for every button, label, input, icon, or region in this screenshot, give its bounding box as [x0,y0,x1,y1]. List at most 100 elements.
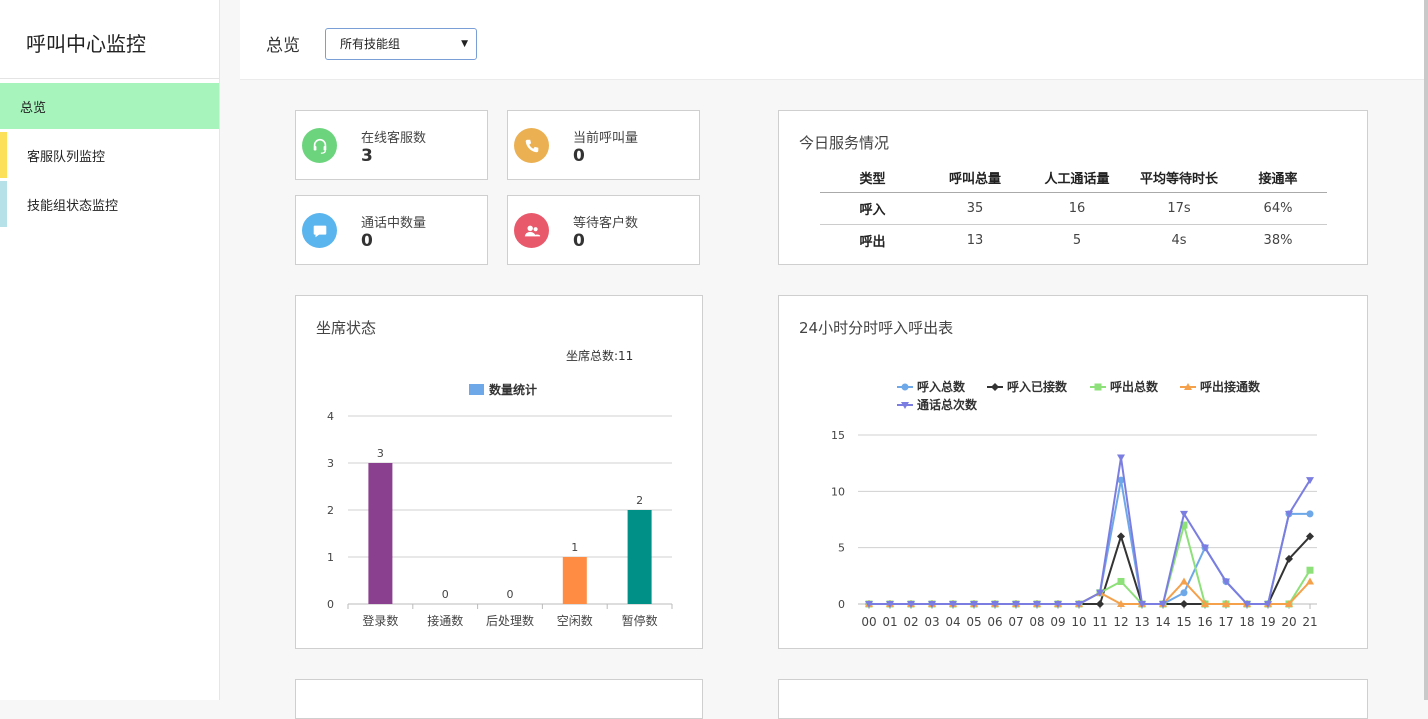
stat-card-current-calls: 当前呼叫量 0 [507,110,700,180]
bar-value-label: 0 [442,588,449,601]
table-header: 呼叫总量 [925,163,1025,193]
x-tick-label: 12 [1113,615,1128,629]
bar-value-label: 0 [507,588,514,601]
skill-group-select[interactable]: 所有技能组 ▼ [325,28,477,60]
table-row: 呼出 13 5 4s 38% [820,224,1327,256]
sidebar-item-queue-monitor[interactable]: 客服队列监控 [0,132,219,178]
data-point [1117,454,1125,462]
table-header: 人工通话量 [1025,163,1129,193]
table-cell: 呼出 [859,234,886,250]
x-tick-label: 05 [966,615,981,629]
legend-marker [901,383,909,391]
data-point [1306,510,1314,518]
panel-title: 今日服务情况 [799,134,890,152]
stat-value: 3 [361,146,373,166]
stat-card-online-agents: 在线客服数 3 [295,110,488,180]
x-tick-label: 07 [1008,615,1023,629]
y-tick-label: 10 [831,485,845,498]
page-title: 总览 [266,36,300,56]
sidebar-item-label: 客服队列监控 [27,149,106,165]
stat-label: 在线客服数 [361,131,427,146]
x-tick-label: 18 [1239,615,1254,629]
skill-group-select-value: 所有技能组 [340,37,401,51]
y-tick-label: 1 [327,551,334,564]
hourly-chart-panel: 24小时分时呼入呼出表 呼入总数 呼入已接数 呼出总数 呼出接通数 通话总次数 0 5 10 1… [778,295,1368,649]
series-line [869,457,1311,605]
y-tick-label: 0 [327,598,334,611]
x-tick-label: 09 [1050,615,1065,629]
accent-bar [0,181,7,227]
chat-bubble-icon [302,213,337,248]
x-tick-label: 03 [924,615,939,629]
x-tick-label: 13 [1134,615,1149,629]
legend-label: 呼入总数 [917,379,966,394]
bottom-right-panel [778,679,1368,719]
stat-label: 当前呼叫量 [573,131,639,146]
x-tick-label: 01 [882,615,897,629]
y-tick-label: 2 [327,504,334,517]
x-tick-label: 15 [1176,615,1191,629]
users-icon [514,213,549,248]
legend-swatch [469,384,484,395]
data-point [1117,532,1125,541]
x-tick-label: 暂停数 [622,613,658,628]
x-tick-label: 21 [1302,615,1317,629]
bar [627,510,652,604]
y-tick-label: 3 [327,457,334,470]
stat-label: 通话中数量 [361,216,427,231]
legend-label: 数量统计 [489,382,537,397]
legend-label: 呼出接通数 [1200,379,1261,394]
table-header: 类型 [820,163,925,193]
x-tick-label: 10 [1071,615,1086,629]
chevron-down-icon: ▼ [461,39,468,49]
data-point [1180,600,1188,608]
stat-label: 等待客户数 [573,216,639,231]
x-tick-label: 08 [1029,615,1044,629]
table-cell: 13 [966,232,984,248]
x-tick-label: 11 [1092,615,1107,629]
accent-bar [0,132,7,178]
stat-card-waiting-customers: 等待客户数 0 [507,195,700,265]
sidebar-item-label: 总览 [20,100,47,116]
bar-value-label: 2 [636,494,643,507]
table-header-row: 类型 呼叫总量 人工通话量 平均等待时长 接通率 [820,163,1327,193]
data-point [1306,566,1314,574]
x-tick-label: 02 [903,615,918,629]
x-tick-label: 17 [1218,615,1233,629]
bar-value-label: 3 [377,447,384,460]
hourly-line-chart: 呼入总数 呼入已接数 呼出总数 呼出接通数通话总次数05101500 01 02 03 04 0… [831,379,1318,629]
data-point [1306,577,1314,585]
x-tick-label: 00 [861,615,876,629]
table-cell: 38% [1263,232,1293,248]
sidebar-item-label: 技能组状态监控 [27,198,119,214]
table-cell: 16 [1025,192,1129,225]
header-bar: 总览 所有技能组 ▼ [240,0,1428,80]
legend-marker [991,383,999,391]
headset-icon [302,128,337,163]
legend-label: 通话总次数 [917,397,978,412]
x-tick-label: 16 [1197,615,1212,629]
service-table: 类型 呼叫总量 人工通话量 平均等待时长 接通率 呼入 35 16 17s 64… [820,163,1327,256]
sidebar-item-skill-group-monitor[interactable]: 技能组状态监控 [0,181,219,227]
phone-icon [514,128,549,163]
app-title: 呼叫中心监控 [26,32,146,56]
sidebar-item-overview[interactable]: 总览 [0,83,219,129]
page-scrollbar[interactable] [1424,0,1428,700]
x-tick-label: 后处理数 [486,613,534,628]
x-tick-label: 14 [1155,615,1170,629]
table-cell: 64% [1229,192,1327,225]
data-point [1117,577,1125,585]
y-tick-label: 4 [327,410,334,423]
data-point [1096,600,1104,608]
bar-value-label: 1 [571,541,578,554]
series-line [869,479,1310,605]
legend-label: 呼出总数 [1110,379,1159,394]
table-row: 呼入 35 16 17s 64% [820,192,1327,225]
bar [562,557,587,604]
x-tick-label: 06 [987,615,1002,629]
series-line [869,533,1311,605]
seat-status-panel: 坐席状态 坐席总数:11 数量统计 0 1 2 3 4 3 登录数 0 接通数 0 后处理数 1 空闲数 2… [295,295,703,649]
x-tick-label: 登录数 [362,613,398,628]
sidebar-divider [0,78,219,79]
series-line [869,521,1311,605]
